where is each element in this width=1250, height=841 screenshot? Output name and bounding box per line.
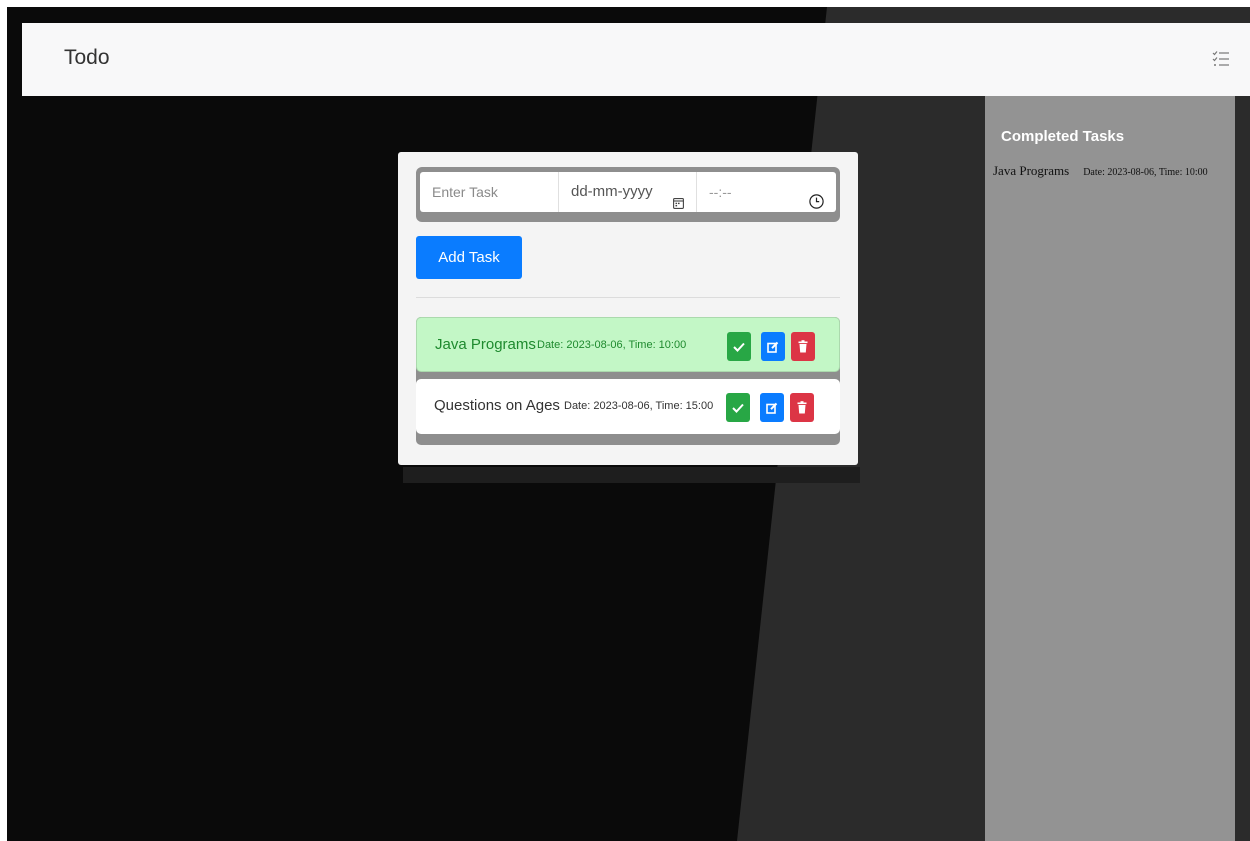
trash-icon: [798, 340, 808, 353]
task-input-group: Enter Task dd-mm-yyyy --:--: [416, 167, 840, 222]
task-input-fields: Enter Task dd-mm-yyyy --:--: [420, 172, 836, 212]
task-item: Questions on Ages Date: 2023-08-06, Time…: [416, 379, 840, 434]
check-icon: [733, 342, 745, 352]
complete-button[interactable]: [726, 393, 750, 422]
complete-button[interactable]: [727, 332, 751, 361]
task-meta: Date: 2023-08-06, Time: 15:00: [564, 400, 714, 412]
date-input[interactable]: dd-mm-yyyy: [559, 172, 697, 212]
task-name: Questions on Ages: [434, 397, 560, 414]
completed-tasks-heading: Completed Tasks: [1001, 128, 1125, 145]
task-meta: Date: 2023-08-06, Time: 10:00: [537, 339, 687, 351]
check-icon: [732, 403, 744, 413]
app-background: Todo App Completed Tasks Java Programs D…: [7, 7, 1250, 841]
divider: [416, 297, 840, 298]
add-task-button[interactable]: Add Task: [416, 236, 522, 279]
edit-button[interactable]: [761, 332, 785, 361]
delete-button[interactable]: [790, 393, 814, 422]
completed-task-meta: Date: 2023-08-06, Time: 10:00: [1083, 167, 1208, 178]
calendar-icon[interactable]: [673, 185, 684, 209]
edit-icon: [766, 402, 778, 414]
completed-task-name: Java Programs: [993, 163, 1070, 178]
edit-button[interactable]: [760, 393, 784, 422]
todo-card: Enter Task dd-mm-yyyy --:-- Add Task Jav…: [398, 152, 858, 465]
navbar-brand[interactable]: Todo App: [64, 46, 109, 70]
task-item: Java Programs Date: 2023-08-06, Time: 10…: [416, 317, 840, 372]
edit-icon: [767, 341, 779, 353]
completed-tasks-sidebar: Completed Tasks Java Programs Date: 2023…: [985, 96, 1235, 841]
delete-button[interactable]: [791, 332, 815, 361]
trash-icon: [797, 401, 807, 414]
task-input[interactable]: Enter Task: [420, 172, 559, 212]
time-placeholder: --:--: [709, 184, 732, 200]
task-list: Java Programs Date: 2023-08-06, Time: 10…: [416, 317, 840, 445]
completed-task-item: Java Programs Date: 2023-08-06, Time: 10…: [993, 162, 1208, 180]
date-placeholder: dd-mm-yyyy: [571, 183, 653, 200]
time-input[interactable]: --:--: [697, 172, 836, 212]
list-check-icon[interactable]: [1212, 49, 1230, 69]
task-name: Java Programs: [435, 336, 536, 353]
clock-icon[interactable]: [809, 184, 824, 209]
card-shadow: [403, 467, 860, 483]
navbar: Todo App: [22, 23, 1250, 96]
